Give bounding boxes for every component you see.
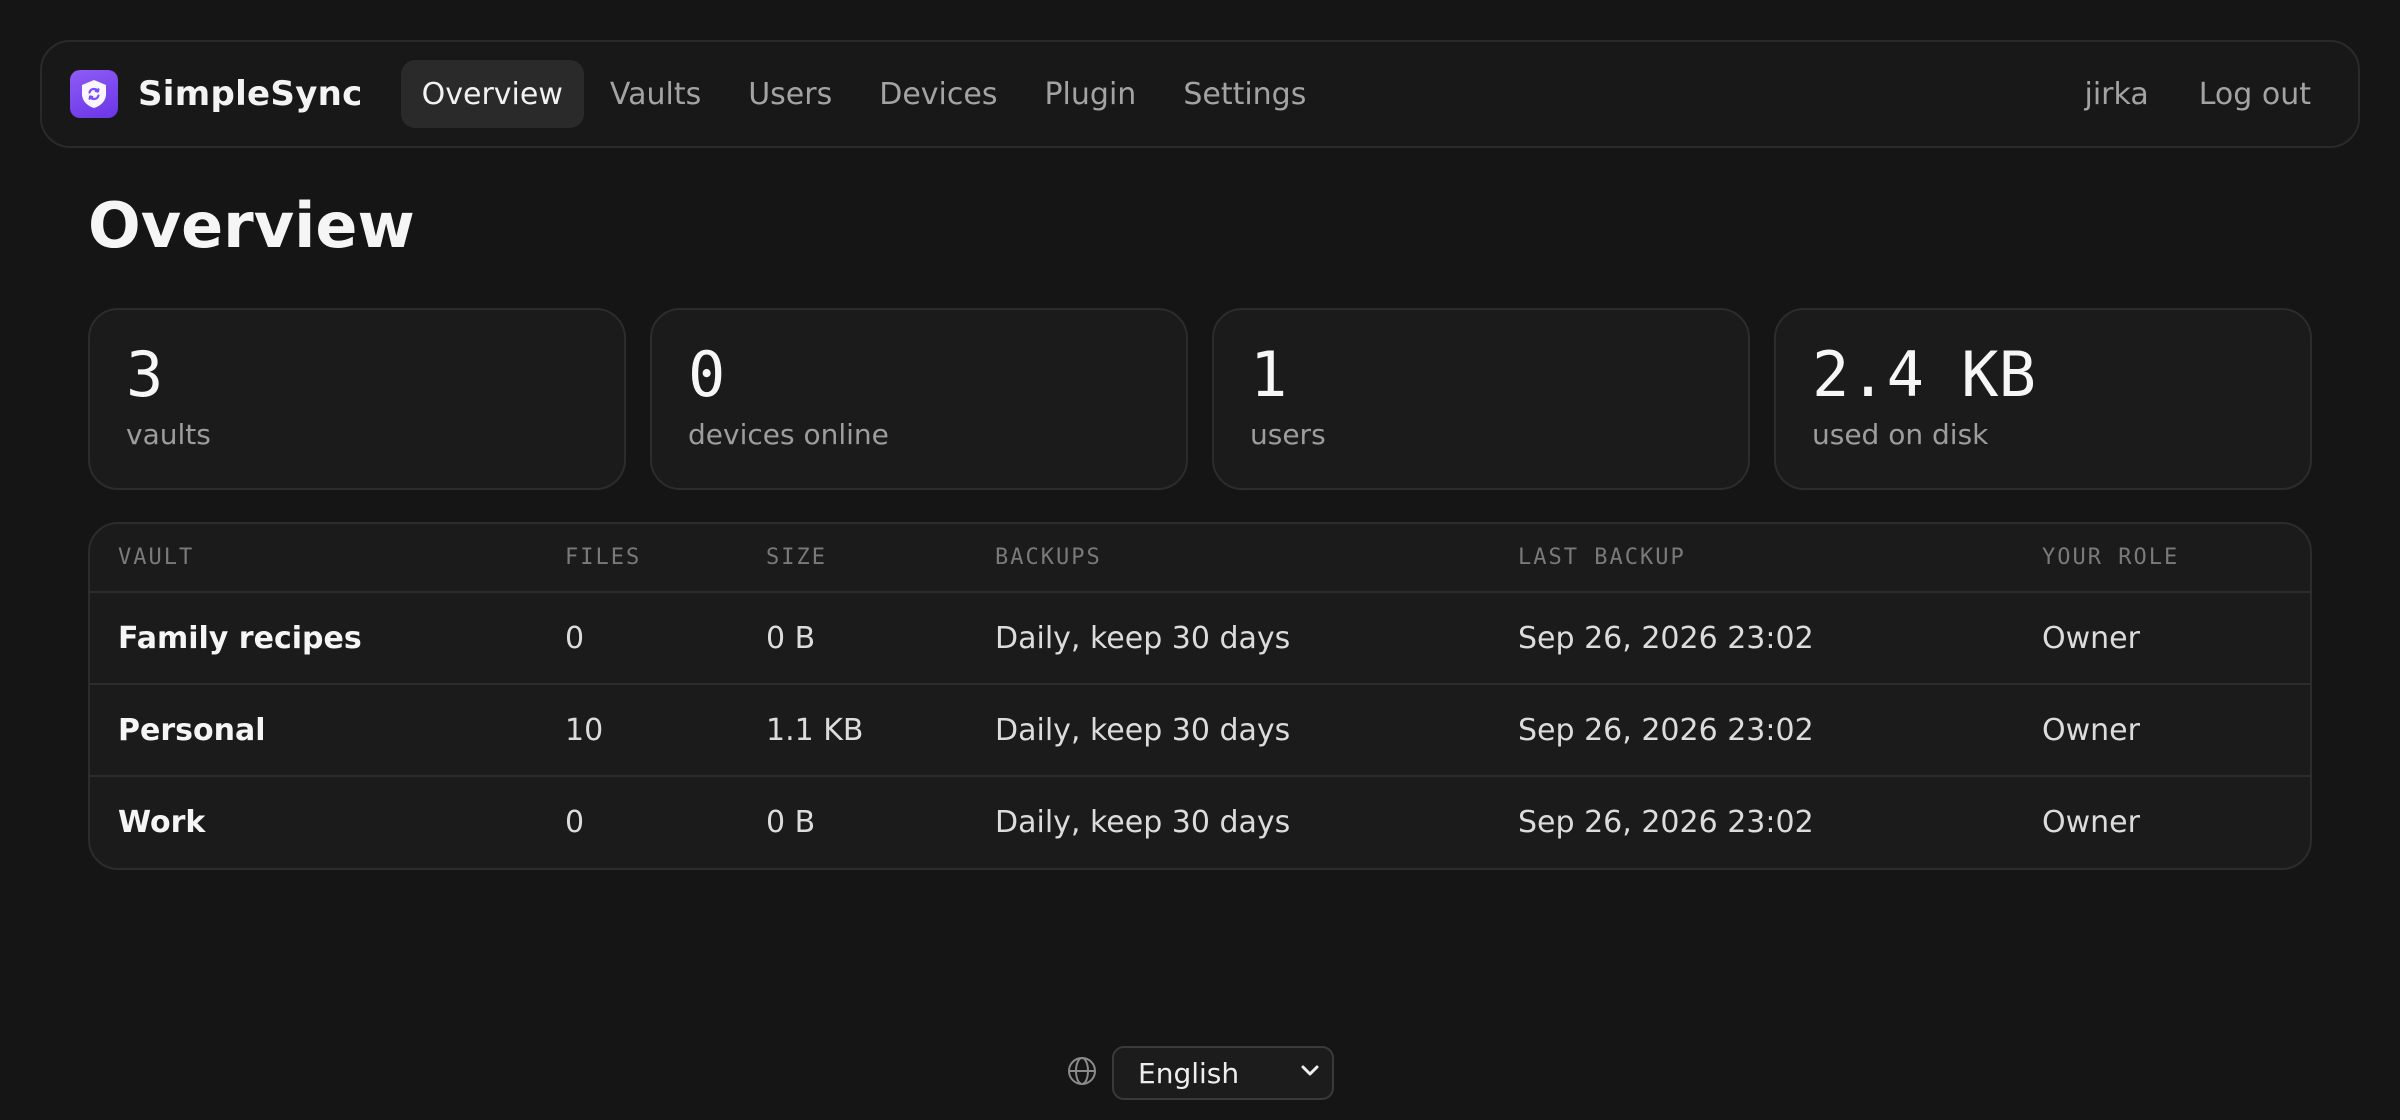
size-cell: 0 B <box>766 805 816 840</box>
globe-icon <box>1066 1055 1098 1091</box>
last-backup-cell: Sep 26, 2026 23:02 <box>1490 592 2014 685</box>
nav-link-overview[interactable]: Overview <box>400 60 584 128</box>
stat-label: users <box>1250 418 1326 451</box>
role-cell: Owner <box>2014 592 2310 685</box>
shield-sync-icon <box>70 70 118 118</box>
stat-card-disk-usage: 2.4 KB used on disk <box>1774 308 2312 490</box>
stat-value: 0 <box>688 338 726 411</box>
stat-value: 2.4 KB <box>1812 338 2036 411</box>
table-row[interactable]: Work 0 0 B Daily, keep 30 days Sep 26, 2… <box>90 776 2310 868</box>
logout-link[interactable]: Log out <box>2178 60 2332 128</box>
table-row[interactable]: Family recipes 0 0 B Daily, keep 30 days… <box>90 592 2310 685</box>
user-menu-link[interactable]: jirka <box>2064 60 2170 128</box>
role-cell: Owner <box>2042 805 2140 840</box>
nav-user-area: jirka Log out <box>2056 60 2333 128</box>
stats-row: 3 vaults 0 devices online 1 users 2.4 KB… <box>88 308 2312 490</box>
backups-cell: Daily, keep 30 days <box>967 684 1490 777</box>
vault-name-cell[interactable]: Family recipes <box>90 592 537 685</box>
language-select[interactable]: English <box>1112 1046 1334 1100</box>
stat-card-users: 1 users <box>1212 308 1750 490</box>
stat-value: 1 <box>1250 338 1288 411</box>
column-header-backups: BACKUPS <box>967 524 1490 593</box>
stat-card-devices-online: 0 devices online <box>650 308 1188 490</box>
chevron-down-icon <box>1298 1057 1322 1090</box>
column-header-your-role: YOUR ROLE <box>2014 524 2310 593</box>
stat-label: vaults <box>126 418 211 451</box>
nav-link-settings[interactable]: Settings <box>1162 60 1327 128</box>
nav-link-vaults[interactable]: Vaults <box>589 60 722 128</box>
size-cell: 0 B <box>738 592 967 685</box>
role-cell: Owner <box>2014 684 2310 777</box>
stat-label: devices online <box>688 418 889 451</box>
column-header-vault: VAULT <box>90 524 537 593</box>
table-header-row: VAULT FILES SIZE BACKUPS LAST BACKUP YOU… <box>90 524 2310 593</box>
page-title: Overview <box>88 189 415 262</box>
nav-link-plugin[interactable]: Plugin <box>1023 60 1157 128</box>
files-cell: 0 <box>537 592 738 685</box>
files-cell: 10 <box>537 684 738 777</box>
stat-value: 3 <box>126 338 164 411</box>
size-cell: 1.1 KB <box>738 684 967 777</box>
nav-links: Overview Vaults Users Devices Plugin Set… <box>400 60 1333 128</box>
top-navbar: SimpleSync Overview Vaults Users Devices… <box>40 40 2360 148</box>
language-select-value: English <box>1138 1056 1240 1090</box>
vaults-table: VAULT FILES SIZE BACKUPS LAST BACKUP YOU… <box>90 524 2310 868</box>
backups-cell: Daily, keep 30 days <box>967 592 1490 685</box>
backups-cell: Daily, keep 30 days <box>995 805 1291 840</box>
brand[interactable]: SimpleSync <box>70 70 363 118</box>
files-cell: 0 <box>565 805 585 840</box>
column-header-files: FILES <box>537 524 738 593</box>
nav-link-devices[interactable]: Devices <box>858 60 1018 128</box>
stat-label: used on disk <box>1812 418 1989 451</box>
table-row[interactable]: Personal 10 1.1 KB Daily, keep 30 days S… <box>90 684 2310 777</box>
nav-link-users[interactable]: Users <box>727 60 853 128</box>
vaults-table-card: VAULT FILES SIZE BACKUPS LAST BACKUP YOU… <box>88 522 2312 870</box>
vault-name-cell[interactable]: Personal <box>90 684 537 777</box>
footer: English <box>0 1046 2400 1100</box>
last-backup-cell: Sep 26, 2026 23:02 <box>1518 805 1814 840</box>
column-header-last-backup: LAST BACKUP <box>1490 524 2014 593</box>
last-backup-cell: Sep 26, 2026 23:02 <box>1490 684 2014 777</box>
vault-name-cell[interactable]: Work <box>90 776 537 868</box>
brand-name: SimpleSync <box>138 74 363 114</box>
column-header-size: SIZE <box>738 524 967 593</box>
stat-card-vaults: 3 vaults <box>88 308 626 490</box>
